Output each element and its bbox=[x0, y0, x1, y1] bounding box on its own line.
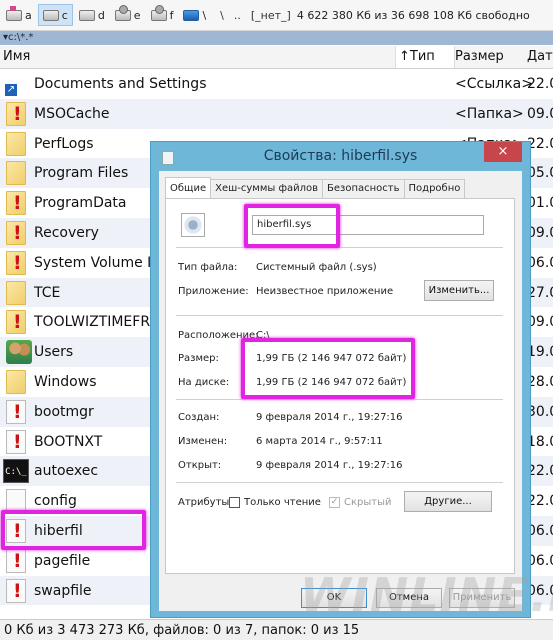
folder-icon bbox=[6, 280, 26, 305]
file-row[interactable]: ↗ Documents and Settings <Ссылка>22.0 bbox=[0, 69, 553, 99]
size-label: Размер: bbox=[178, 353, 219, 364]
hidden-label: Скрытый bbox=[344, 497, 392, 508]
app-label: Приложение: bbox=[178, 286, 249, 297]
hidden-folder-icon: ! bbox=[6, 220, 26, 245]
file-name: TCE bbox=[34, 284, 61, 301]
app-value: Неизвестное приложение bbox=[256, 286, 394, 297]
readonly-label: Только чтение bbox=[244, 497, 321, 508]
users-folder-icon bbox=[6, 340, 32, 365]
hidden-file-icon: ! bbox=[6, 578, 26, 603]
created-value: 9 февраля 2014 г., 19:27:16 bbox=[256, 412, 403, 423]
file-name: PerfLogs bbox=[34, 135, 94, 152]
type-value: Системный файл (.sys) bbox=[256, 262, 377, 273]
opened-label: Открыт: bbox=[178, 460, 222, 471]
hidden-file-icon: ! bbox=[6, 429, 26, 454]
highlight-hiberfil bbox=[1, 510, 146, 550]
folder-icon bbox=[6, 131, 26, 156]
tab-bar: Общие Хеш-суммы файлов Безопасность Подр… bbox=[165, 177, 466, 199]
file-name: Documents and Settings bbox=[34, 76, 207, 92]
hidden-folder-icon: ! bbox=[6, 250, 26, 275]
cmd-icon: C:\_ bbox=[3, 459, 29, 484]
root-button[interactable]: \ bbox=[220, 9, 224, 22]
file-row[interactable]: ! MSOCache <Папка>09.0 bbox=[0, 98, 553, 129]
modified-value: 6 марта 2014 г., 9:57:11 bbox=[256, 436, 383, 447]
column-name[interactable]: Имя bbox=[3, 46, 30, 68]
system-file-icon bbox=[181, 213, 205, 237]
tab-general[interactable]: Общие bbox=[165, 177, 212, 199]
file-size: <Ссылка> bbox=[455, 76, 533, 92]
file-name: BOOTNXT bbox=[34, 433, 103, 450]
dialog-title: Свойства: hiberfil.sys bbox=[263, 148, 418, 164]
type-label: Тип файла: bbox=[178, 262, 238, 273]
sort-arrow-icon: ↑ bbox=[399, 49, 410, 64]
hidden-checkbox[interactable]: ✓ bbox=[329, 497, 340, 508]
status-bar: 0 Кб из 3 473 273 Кб, файлов: 0 из 7, па… bbox=[0, 619, 553, 640]
opened-value: 9 февраля 2014 г., 19:27:16 bbox=[256, 460, 403, 471]
file-name: Windows bbox=[34, 373, 97, 390]
hard-drive-icon bbox=[78, 9, 95, 21]
column-type[interactable]: ↑Тип bbox=[395, 46, 455, 68]
drive-d-button[interactable]: d bbox=[75, 5, 109, 25]
tab-details[interactable]: Подробно bbox=[403, 179, 466, 199]
disk-size-label: На диске: bbox=[178, 377, 230, 388]
folder-icon bbox=[6, 161, 26, 186]
volume-label: [_нет_] bbox=[250, 8, 291, 22]
tab-security[interactable]: Безопасность bbox=[322, 179, 405, 199]
watermark: WINLINE.RU bbox=[300, 568, 553, 622]
highlight-filename bbox=[244, 204, 340, 248]
hidden-file-icon: ! bbox=[6, 548, 26, 573]
file-name: pagefile bbox=[34, 552, 91, 569]
hidden-folder-icon: ! bbox=[6, 310, 26, 335]
network-icon bbox=[183, 9, 200, 21]
file-date: 09.0 bbox=[527, 105, 553, 122]
other-attributes-button[interactable]: Другие... bbox=[404, 491, 492, 512]
drive-bar: a c d e f \ \ .. [_нет_] 4 622 380 Кб из… bbox=[0, 0, 553, 31]
hidden-file-icon: ! bbox=[6, 399, 26, 424]
modified-label: Изменен: bbox=[178, 436, 228, 447]
file-name: Users bbox=[34, 344, 74, 361]
file-name: autoexec bbox=[34, 463, 99, 480]
hard-drive-icon bbox=[42, 9, 59, 21]
cd-drive-icon bbox=[150, 4, 167, 21]
properties-dialog: Свойства: hiberfil.sys × Общие Хеш-суммы… bbox=[150, 141, 531, 618]
hidden-folder-icon: ! bbox=[6, 191, 26, 216]
tab-hashes[interactable]: Хеш-суммы файлов bbox=[210, 179, 324, 199]
folder-icon bbox=[6, 369, 26, 394]
column-header: Имя ↑Тип Размер Дата bbox=[0, 46, 553, 69]
check-icon: ✓ bbox=[330, 497, 339, 507]
readonly-checkbox[interactable] bbox=[229, 497, 240, 508]
file-size: <Папка> bbox=[455, 105, 524, 122]
file-name: bootmgr bbox=[34, 403, 94, 420]
divider bbox=[176, 315, 503, 316]
free-space-info: 4 622 380 Кб из 36 698 108 Кб свободно bbox=[296, 8, 530, 22]
file-name: MSOCache bbox=[34, 105, 110, 122]
shortcut-icon: ↗ bbox=[5, 84, 17, 96]
file-name: swapfile bbox=[34, 582, 92, 599]
file-name: ProgramData bbox=[34, 195, 127, 212]
divider bbox=[176, 482, 503, 483]
up-button[interactable]: .. bbox=[234, 9, 241, 22]
column-size[interactable]: Размер bbox=[455, 46, 504, 68]
file-name: Program Files bbox=[34, 165, 129, 182]
cd-drive-icon bbox=[114, 4, 131, 21]
close-button[interactable]: × bbox=[484, 142, 522, 162]
file-name: Recovery bbox=[34, 224, 99, 241]
file-date: 22.0 bbox=[527, 76, 553, 92]
path-bar[interactable]: ▾c:\*.* bbox=[0, 31, 553, 45]
drive-a-button[interactable]: a bbox=[2, 5, 36, 25]
hidden-folder-icon: ! bbox=[6, 101, 26, 126]
attributes-label: Атрибуты: bbox=[178, 497, 233, 508]
divider bbox=[176, 399, 503, 400]
highlight-size bbox=[241, 338, 415, 399]
column-date[interactable]: Дата bbox=[527, 46, 553, 68]
network-button[interactable]: \ bbox=[179, 5, 210, 25]
drive-f-button[interactable]: f bbox=[147, 4, 178, 25]
drive-e-button[interactable]: e bbox=[111, 4, 145, 25]
created-label: Создан: bbox=[178, 412, 220, 423]
floppy-drive-icon bbox=[6, 5, 22, 21]
change-button[interactable]: Изменить... bbox=[424, 280, 494, 301]
drive-c-button[interactable]: c bbox=[37, 4, 73, 26]
